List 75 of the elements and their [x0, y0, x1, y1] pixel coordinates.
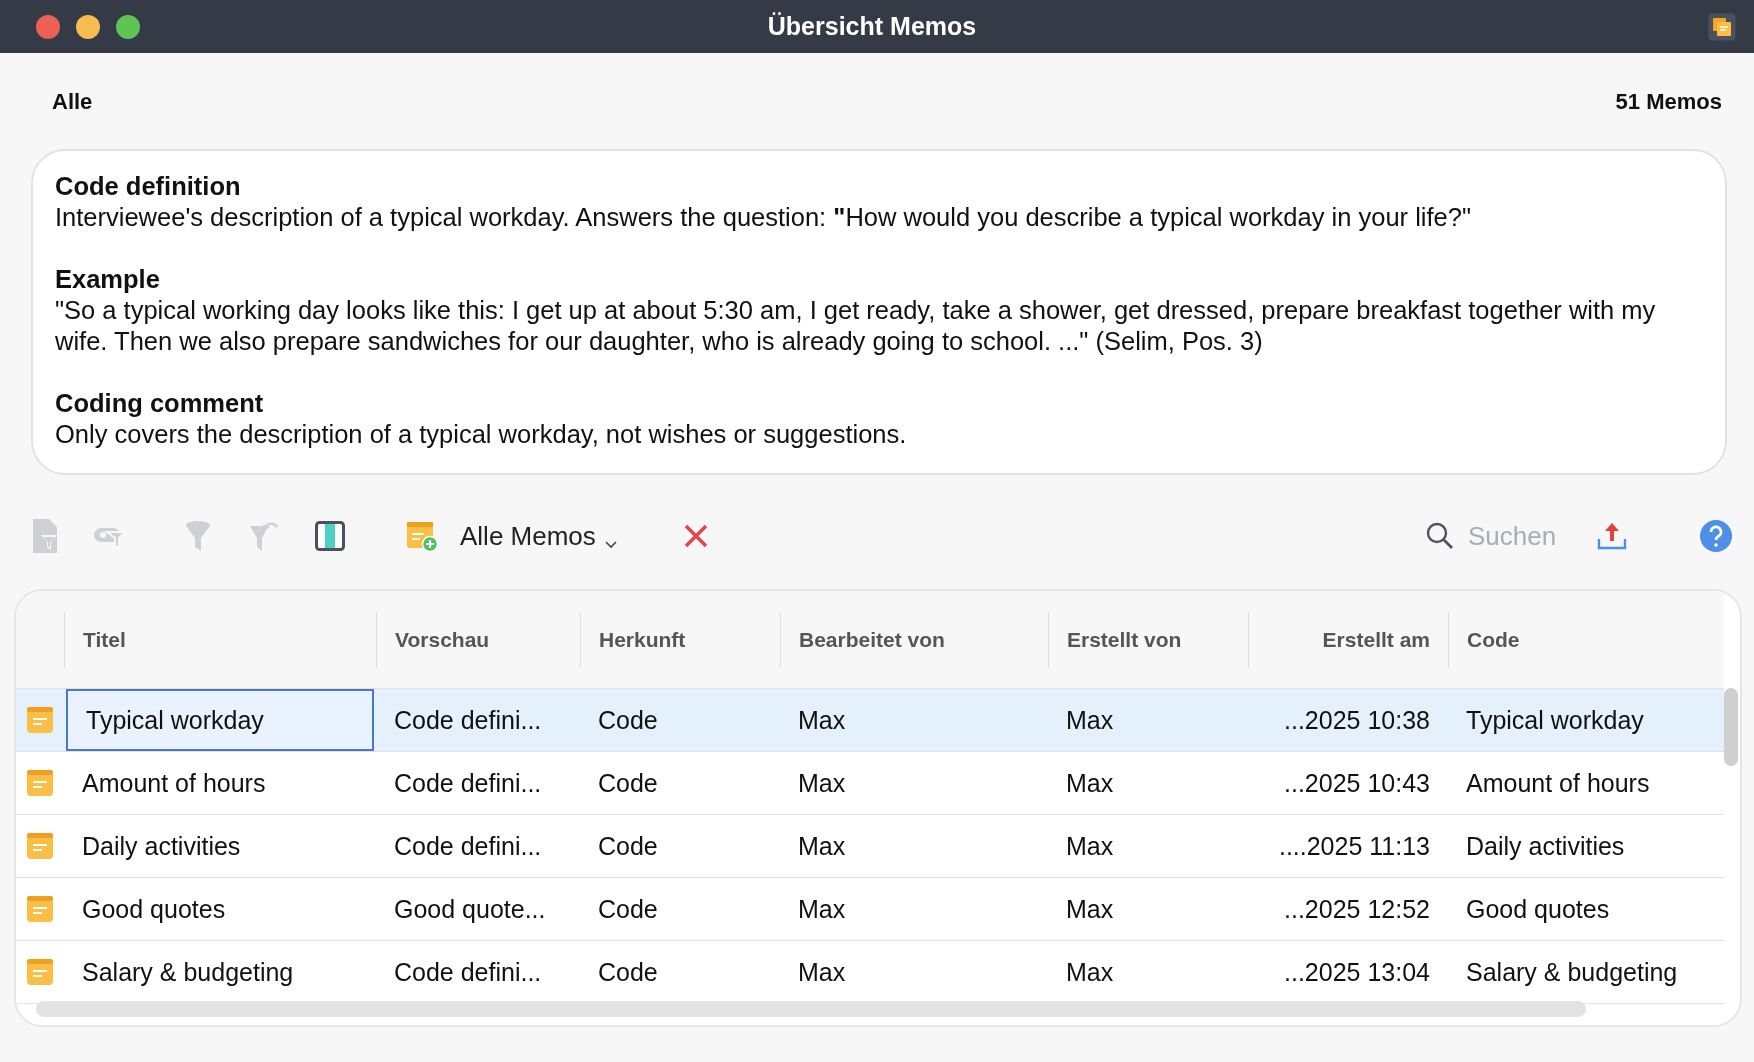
column-header[interactable]: Code — [1448, 611, 1724, 668]
window-title: Übersicht Memos — [766, 12, 978, 41]
close-button[interactable] — [36, 14, 60, 39]
table-cell-text: Max — [797, 830, 847, 862]
memo-text: Interviewee's description of a typical workday. Answers the question: "How would you describe a typical workday in your life?" — [55, 202, 1472, 233]
memo-count: 51 Memos — [1615, 89, 1722, 116]
table-row[interactable]: Typical workday Code defini... Code Max Max ...2025 10:38 Typical workday — [16, 689, 1724, 752]
memo-heading: Code definition — [55, 171, 242, 202]
table-cell-text: Max — [1065, 956, 1115, 988]
table-cell-text: Good quote... — [393, 893, 547, 925]
table-cell-text: ...2025 13:04 — [1283, 956, 1431, 988]
new-memo-icon — [406, 520, 438, 552]
table-cell-text: Amount of hours — [81, 767, 267, 799]
filter-label: Alle — [52, 89, 93, 116]
columns-icon — [315, 521, 345, 551]
table-cell-text: ...2025 12:52 — [1283, 893, 1431, 925]
memo-icon — [26, 832, 54, 860]
search-field[interactable]: Suchen — [1466, 519, 1582, 553]
help-icon — [1699, 519, 1733, 553]
column-header[interactable]: Herkunft — [580, 611, 780, 668]
table-cell-text: ...2025 10:43 — [1283, 767, 1431, 799]
table-cell-text: Code — [597, 704, 659, 736]
table-cell-text: Salary & budgeting — [1465, 956, 1679, 988]
table-cell-text: Code — [597, 893, 659, 925]
table-cell-text: Amount of hours — [1465, 767, 1651, 799]
memo-text: Only covers the description of a typical workday, not wishes or suggestions. — [55, 419, 908, 450]
table-cell: Typical workday — [66, 689, 374, 751]
table-cell-text: Good quotes — [81, 893, 227, 925]
memo-text: "So a typical working day looks like this: I get up at about 5:30 am, I get ready, take a shower, get dressed, prepare breakfast together with my wife. Then we also prepare sandwiches for our daughter, who is already going to school. ..." (Selim, Pos. 3) — [55, 295, 1657, 357]
memo-icon — [26, 958, 54, 986]
table-cell-text: Code defini... — [393, 956, 543, 988]
table-cell-text: Code defini... — [393, 830, 543, 862]
table-cell-text: Max — [797, 767, 847, 799]
help-button[interactable] — [1698, 518, 1734, 554]
column-header[interactable]: Bearbeitet von — [780, 611, 1048, 668]
table-cell-text: Code — [597, 956, 659, 988]
search-icon — [1426, 522, 1454, 550]
table-cell-text: Max — [1065, 893, 1115, 925]
table-cell-text: Code defini... — [393, 767, 543, 799]
table-cell-text: Salary & budgeting — [81, 956, 295, 988]
memo-filter-dropdown[interactable]: Alle Memos — [460, 520, 618, 552]
column-header[interactable]: Erstellt von — [1048, 611, 1248, 668]
table-cell-text: Good quotes — [1465, 893, 1611, 925]
table-cell-text: ...2025 10:38 — [1283, 704, 1431, 736]
table-cell-text: Code — [597, 830, 659, 862]
memo-icon — [26, 706, 54, 734]
table-cell-text: Max — [797, 956, 847, 988]
memo-icon — [26, 769, 54, 797]
funnel-icon — [185, 520, 211, 552]
memo-heading: Coding comment — [55, 388, 265, 419]
table-cell-text: Daily activities — [81, 830, 242, 862]
table-cell-text: Max — [1065, 704, 1115, 736]
memo-heading: Example — [55, 264, 161, 295]
table-cell-text: Max — [797, 704, 847, 736]
column-header[interactable]: Titel — [64, 611, 376, 668]
column-header[interactable]: Erstellt am — [1248, 611, 1448, 668]
toolbar-button[interactable] — [312, 518, 348, 554]
table-cell-text: ....2025 11:13 — [1277, 830, 1431, 862]
table-cell-text: Code — [597, 767, 659, 799]
table-cell-text: Max — [797, 893, 847, 925]
funnel-undo-icon — [249, 520, 279, 552]
close-icon — [682, 523, 709, 549]
table-cell-text: Code defini... — [393, 704, 543, 736]
minimize-button[interactable] — [76, 14, 100, 39]
table-cell-text: Max — [1065, 767, 1115, 799]
caret-icon — [603, 539, 618, 550]
table-cell-text: Max — [1065, 830, 1115, 862]
horizontal-scrollbar[interactable] — [36, 1001, 1586, 1017]
maximize-button[interactable] — [116, 14, 140, 39]
column-header[interactable]: Vorschau — [376, 611, 580, 668]
upload-icon — [1597, 521, 1627, 551]
memos-icon[interactable] — [1708, 12, 1736, 41]
memo-icon — [26, 895, 54, 923]
table-cell-text: Typical workday — [1465, 704, 1645, 736]
table-cell-text: Daily activities — [1465, 830, 1626, 862]
